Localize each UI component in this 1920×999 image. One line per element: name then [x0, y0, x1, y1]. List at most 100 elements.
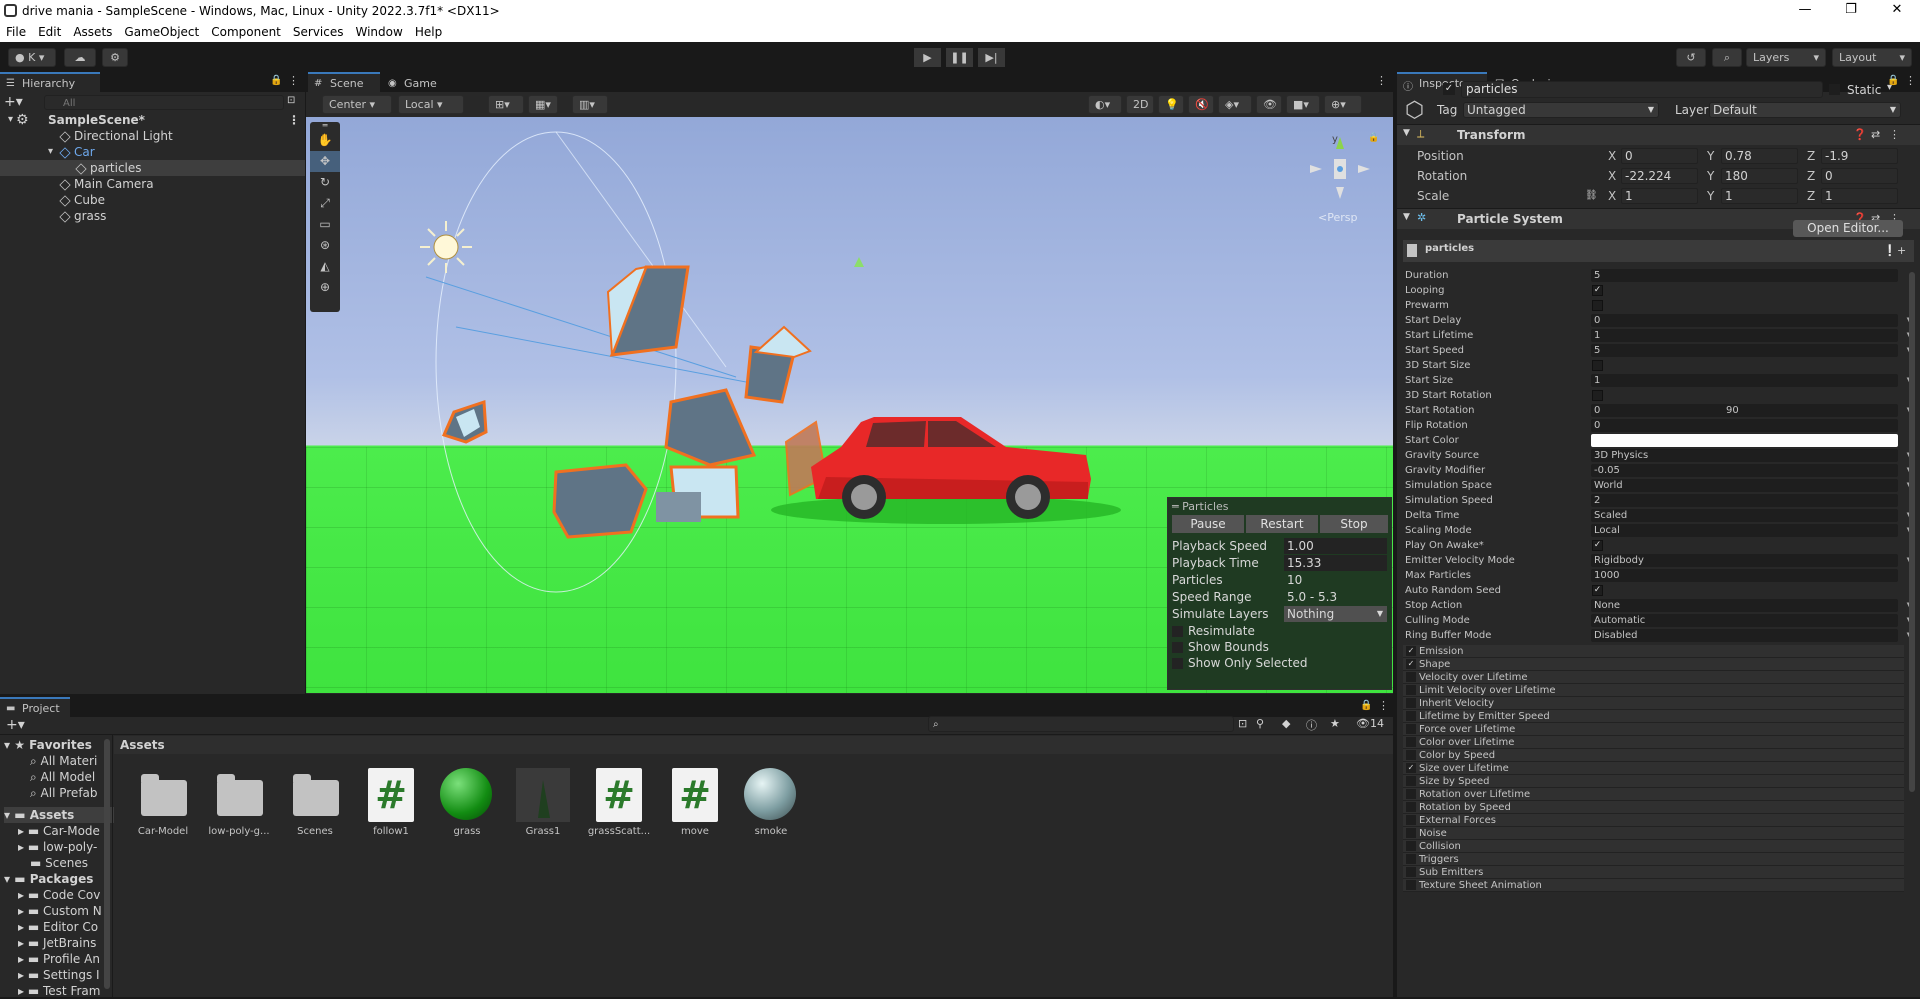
tab-game[interactable]: ◉ Game	[382, 72, 452, 92]
grid-snap-icon[interactable]: ⊞▾	[488, 95, 524, 114]
transform-header[interactable]: ▼ ⟂ Transform ❓ ⇄ ⋮	[1397, 125, 1920, 145]
checkbox[interactable]	[1172, 626, 1183, 637]
filter-icon[interactable]: ⚲	[1256, 717, 1264, 730]
info-icon[interactable]: ⓘ	[1306, 717, 1317, 733]
module-row[interactable]: Sub Emitters	[1403, 866, 1904, 879]
module-checkbox[interactable]: ✓	[1406, 763, 1416, 773]
position-x-field[interactable]: 0	[1621, 148, 1698, 164]
more-icon[interactable]: ⋮	[1378, 699, 1389, 712]
history-icon[interactable]: ↺	[1676, 48, 1706, 67]
property-checkbox[interactable]	[1592, 390, 1603, 401]
module-checkbox[interactable]: ✓	[1406, 646, 1416, 656]
module-row[interactable]: Lifetime by Emitter Speed	[1403, 710, 1904, 723]
warning-icon[interactable]: ❕	[1883, 244, 1897, 257]
module-row[interactable]: Color over Lifetime	[1403, 736, 1904, 749]
assets-subfolder[interactable]: ▬ Scenes	[30, 855, 110, 871]
persp-label[interactable]: <Persp	[1318, 211, 1357, 224]
module-row[interactable]: Collision	[1403, 840, 1904, 853]
property-checkbox[interactable]: ✓	[1592, 285, 1603, 296]
package-item[interactable]: ▸ ▬ JetBrains	[18, 935, 110, 951]
asset-folder-low-poly[interactable]: low-poly-g...	[204, 768, 274, 837]
menu-window[interactable]: Window	[350, 22, 409, 39]
checkbox[interactable]	[1172, 658, 1183, 669]
scene-row[interactable]: ▾ ⚙ SampleScene* ⋮	[0, 112, 305, 128]
show-only-selected-toggle[interactable]: Show Only Selected	[1172, 654, 1387, 672]
drag-handle-icon[interactable]: ═	[310, 122, 340, 130]
position-z-field[interactable]: -1.9	[1821, 148, 1898, 164]
object-name-input[interactable]: particles	[1461, 81, 1823, 98]
particle-tool-icon[interactable]: ⊕	[310, 277, 340, 298]
rotate-tool-icon[interactable]: ↻	[310, 172, 340, 193]
audio-icon[interactable]: 🔇	[1188, 95, 1214, 114]
package-item[interactable]: ▸ ▬ Custom N	[18, 903, 110, 919]
minimize-button[interactable]: —	[1782, 0, 1828, 22]
gizmo-lock-icon[interactable]: 🔒	[1368, 133, 1379, 143]
favorite-item[interactable]: ⌕ All Model	[30, 769, 95, 785]
scale-y-field[interactable]: 1	[1721, 188, 1798, 204]
module-row[interactable]: External Forces	[1403, 814, 1904, 827]
module-checkbox[interactable]	[1406, 841, 1416, 851]
position-y-field[interactable]: 0.78	[1721, 148, 1798, 164]
module-row[interactable]: Rotation over Lifetime	[1403, 788, 1904, 801]
lock-icon[interactable]: 🔒	[270, 75, 282, 86]
more-icon[interactable]: ⋮	[1376, 74, 1387, 87]
link-icon[interactable]: ⛓	[1585, 186, 1598, 206]
asset-folder-scenes[interactable]: Scenes	[280, 768, 350, 837]
property-field[interactable]: 5	[1591, 269, 1898, 282]
property-field-max[interactable]: 90	[1723, 404, 1898, 417]
menu-edit[interactable]: Edit	[32, 22, 67, 39]
property-field[interactable]: 0	[1591, 314, 1898, 327]
pivot-dropdown[interactable]: Center ▾	[322, 95, 392, 114]
hidden-packages-icon[interactable]: 👁14	[1356, 717, 1384, 730]
package-item[interactable]: ▸ ▬ Profile An	[18, 951, 110, 967]
module-row[interactable]: ✓ Shape	[1403, 658, 1904, 671]
step-button[interactable]: ▶|	[978, 48, 1005, 67]
module-checkbox[interactable]	[1406, 698, 1416, 708]
property-field[interactable]: 1	[1591, 329, 1898, 342]
restart-particles-button[interactable]: Restart	[1246, 515, 1318, 533]
module-row[interactable]: ✓ Size over Lifetime	[1403, 762, 1904, 775]
asset-script-grass-scatter[interactable]: # grassScatt...	[584, 768, 654, 837]
menu-gameobject[interactable]: GameObject	[118, 22, 205, 39]
module-row[interactable]: Size by Speed	[1403, 775, 1904, 788]
drag-handle-icon[interactable]: ═	[1172, 500, 1179, 513]
module-checkbox[interactable]	[1406, 672, 1416, 682]
effects-icon[interactable]: ◈▾	[1218, 95, 1252, 114]
module-checkbox[interactable]	[1406, 815, 1416, 825]
more-icon[interactable]: ⋮	[288, 74, 299, 87]
hierarchy-item-directional-light[interactable]: Directional Light	[0, 128, 305, 144]
transform-tool-icon[interactable]: ⊛	[310, 235, 340, 256]
assets-subfolder[interactable]: ▸ ▬ low-poly-	[18, 839, 110, 855]
menu-assets[interactable]: Assets	[67, 22, 118, 39]
module-checkbox[interactable]	[1406, 867, 1416, 877]
module-checkbox[interactable]	[1406, 724, 1416, 734]
module-checkbox[interactable]	[1406, 880, 1416, 890]
favorite-item[interactable]: ⌕ All Materi	[30, 753, 97, 769]
property-field[interactable]: 2	[1591, 494, 1898, 507]
simulate-layers-dropdown[interactable]: Nothing ▼	[1284, 606, 1387, 622]
play-button[interactable]: ▶	[914, 48, 941, 67]
package-item[interactable]: ▸ ▬ Editor Co	[18, 919, 110, 935]
package-item[interactable]: ▸ ▬ Code Cov	[18, 887, 110, 903]
rotation-y-field[interactable]: 180	[1721, 168, 1798, 184]
space-dropdown[interactable]: Local ▾	[398, 95, 464, 114]
hierarchy-item-main-camera[interactable]: Main Camera	[0, 176, 305, 192]
cloud-icon[interactable]: ☁	[64, 48, 96, 67]
layers-dropdown[interactable]: Layers ▾	[1746, 48, 1826, 67]
hierarchy-item-car[interactable]: ▾ Car	[0, 144, 305, 160]
package-item[interactable]: ▸ ▬ Settings I	[18, 967, 110, 983]
module-checkbox[interactable]	[1406, 776, 1416, 786]
search-by-type-icon[interactable]: ⊡	[1238, 717, 1247, 730]
module-row[interactable]: Force over Lifetime	[1403, 723, 1904, 736]
asset-script-move[interactable]: # move	[660, 768, 730, 837]
property-field[interactable]: 3D Physics	[1591, 449, 1898, 462]
scene-more-icon[interactable]: ⋮	[288, 112, 300, 128]
property-field[interactable]: Rigidbody	[1591, 554, 1898, 567]
module-checkbox[interactable]	[1406, 685, 1416, 695]
favorites-node[interactable]: ▾ ★ Favorites	[4, 737, 92, 753]
property-field[interactable]: 5	[1591, 344, 1898, 357]
breadcrumb-assets[interactable]: Assets	[114, 738, 165, 752]
scene-search-icon[interactable]: ⊡	[287, 95, 295, 106]
property-field[interactable]: 0	[1591, 419, 1898, 432]
hierarchy-item-grass[interactable]: grass	[0, 208, 305, 224]
